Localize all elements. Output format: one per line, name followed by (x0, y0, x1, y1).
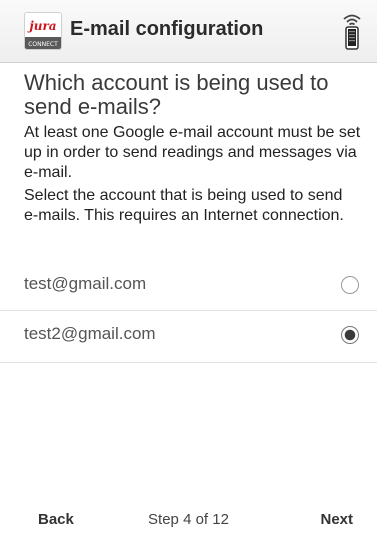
jura-connect-logo-icon: jura CONNECT (24, 12, 62, 50)
page-title: E-mail configuration (70, 18, 264, 40)
wireless-device-icon[interactable] (341, 13, 363, 51)
main-content: Which account is being used to send e-ma… (0, 63, 377, 226)
account-email-label: test2@gmail.com (24, 324, 156, 343)
account-email-label: test@gmail.com (24, 274, 147, 293)
radio-button-unchecked[interactable] (341, 276, 359, 294)
account-option-2[interactable]: test2@gmail.com (0, 311, 377, 363)
next-button[interactable]: Next (320, 511, 353, 528)
account-option-1[interactable]: test@gmail.com (0, 261, 377, 311)
action-bar: jura CONNECT E-mail configuration (0, 0, 377, 63)
wizard-footer: Back Step 4 of 12 Next (0, 496, 377, 542)
account-list: test@gmail.com test2@gmail.com (0, 261, 377, 363)
svg-text:CONNECT: CONNECT (28, 41, 58, 48)
radio-button-checked[interactable] (341, 326, 359, 344)
svg-text:jura: jura (27, 19, 56, 33)
question-heading: Which account is being used to send e-ma… (24, 70, 329, 119)
instruction-paragraph: Select the account that is being used to… (24, 187, 344, 224)
info-paragraph: At least one Google e-mail account must … (24, 124, 361, 181)
